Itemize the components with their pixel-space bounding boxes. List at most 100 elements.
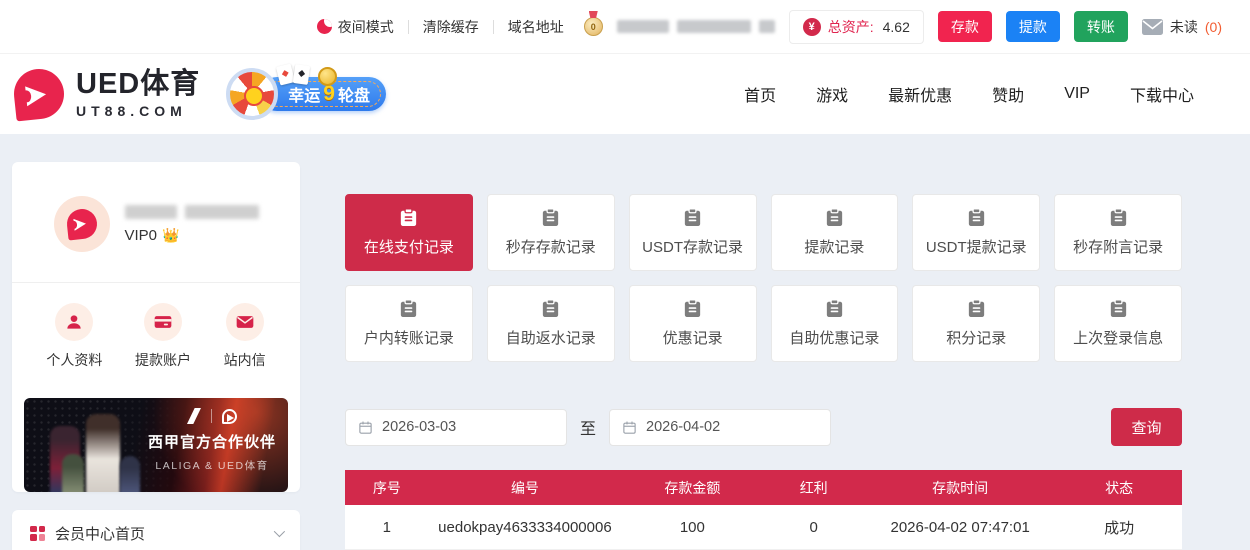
logo-domain: UT88.COM [76, 102, 187, 119]
tab-label: 提款记录 [804, 239, 865, 256]
tab-internal-transfer-records[interactable]: 户内转账记录 [345, 285, 473, 362]
profile-card: VIP0 👑 个人资料 提款账户 站内信 西甲官方合作伙伴 LALIGA & U… [12, 162, 300, 492]
tab-self-promo-records[interactable]: 自助优惠记录 [770, 285, 899, 362]
clear-cache-link[interactable]: 清除缓存 [423, 17, 479, 37]
tab-label: 积分记录 [946, 330, 1007, 347]
grid-icon [30, 525, 45, 541]
night-mode-label: 夜间模式 [337, 18, 394, 35]
tab-flash-deposit-records[interactable]: 秒存存款记录 [486, 194, 615, 271]
night-mode-toggle[interactable]: 夜间模式 [316, 17, 394, 37]
bank-card-icon [143, 303, 182, 341]
unread-label: 未读 [1169, 18, 1198, 35]
total-assets-value: 4.62 [882, 18, 910, 35]
date-to-input[interactable]: 2026-04-02 [609, 408, 832, 446]
logo-arrow-icon [11, 66, 67, 122]
domain-address-link[interactable]: 域名地址 [508, 17, 564, 37]
topbar: 夜间模式 清除缓存 域名地址 0 ¥ 总资产: 4.62 存款 提款 转账 未读… [0, 0, 1250, 54]
tab-last-login-info[interactable]: 上次登录信息 [1054, 285, 1182, 362]
cell-order-no: uedokpay4633334000006 [438, 518, 612, 536]
clipboard-icon [543, 208, 559, 226]
lucky-wheel-banner[interactable]: 幸运 9 轮盘 [226, 63, 386, 125]
cell-deposit-amount: 100 [679, 518, 705, 536]
clipboard-icon [968, 299, 984, 317]
tab-online-payment-records[interactable]: 在线支付记录 [345, 194, 473, 271]
date-from-value: 2026-03-03 [382, 419, 457, 435]
promo-text: 西甲官方合作伙伴 LALIGA & UED体育 [148, 408, 276, 473]
quick-link-withdrawal-account[interactable]: 提款账户 [135, 303, 191, 370]
tab-usdt-deposit-records[interactable]: USDT存款记录 [628, 194, 757, 271]
tab-label: 秒存附言记录 [1073, 239, 1164, 256]
transfer-button[interactable]: 转账 [1073, 11, 1128, 42]
to-label: 至 [580, 421, 597, 438]
tab-label: 优惠记录 [662, 330, 723, 347]
withdraw-button[interactable]: 提款 [1005, 11, 1060, 42]
divider [407, 19, 409, 34]
nav-vip[interactable]: VIP [1064, 85, 1090, 103]
chevron-down-icon[interactable] [273, 525, 286, 538]
table-header-row: 序号 编号 存款金额 红利 存款时间 状态 [345, 470, 1182, 505]
header: UED体育 UT88.COM 幸运 9 轮盘 首页 游戏 最新优惠 赞助 VIP… [0, 54, 1250, 134]
quick-link-profile[interactable]: 个人资料 [46, 303, 102, 370]
calendar-icon [623, 421, 636, 434]
col-header-status: 状态 [1105, 479, 1134, 496]
cell-bonus: 0 [809, 518, 818, 536]
nav-sponsorship[interactable]: 赞助 [992, 82, 1024, 106]
profile-section: VIP0 👑 [12, 162, 300, 282]
site-logo[interactable]: UED体育 UT88.COM [11, 66, 201, 122]
nav-promotions[interactable]: 最新优惠 [888, 82, 952, 106]
records-table: 序号 编号 存款金额 红利 存款时间 状态 1 uedokpay46333340… [345, 470, 1182, 550]
clipboard-icon [684, 299, 701, 317]
vip-medal-icon: 0 [583, 17, 603, 36]
col-header-deposit-time: 存款时间 [932, 479, 989, 496]
logo-title: UED体育 [76, 68, 201, 101]
unread-messages[interactable]: 未读 (0) [1141, 17, 1222, 37]
player-silhouette [86, 414, 120, 492]
record-tabs: 在线支付记录 秒存存款记录 USDT存款记录 提款记录 USDT提款记录 秒存附… [345, 194, 1182, 362]
cell-status: 成功 [1104, 519, 1135, 537]
moon-icon [316, 19, 332, 34]
promo-subtitle: LALIGA & UED体育 [155, 460, 269, 472]
clipboard-icon [826, 299, 843, 317]
tab-self-rebate-records[interactable]: 自助返水记录 [486, 285, 615, 362]
nav-download-center[interactable]: 下载中心 [1130, 82, 1194, 106]
total-assets-label: 总资产: [827, 18, 874, 35]
clipboard-icon [1110, 299, 1126, 317]
vip-level-label: VIP0 [124, 226, 158, 244]
tab-label: USDT存款记录 [642, 239, 743, 256]
quick-link-inbox[interactable]: 站内信 [224, 303, 266, 370]
tab-points-records[interactable]: 积分记录 [912, 285, 1041, 362]
member-home-label: 会员中心首页 [55, 525, 146, 543]
player-silhouette [120, 456, 140, 492]
divider [210, 409, 212, 423]
page: 夜间模式 清除缓存 域名地址 0 ¥ 总资产: 4.62 存款 提款 转账 未读… [0, 0, 1250, 550]
avatar-logo-icon [65, 207, 98, 241]
tab-label: 上次登录信息 [1073, 330, 1164, 347]
ued-logo-icon [221, 408, 237, 424]
tab-withdrawal-records[interactable]: 提款记录 [770, 194, 899, 271]
sidebar-item-member-home[interactable]: 会员中心首页 [12, 510, 300, 550]
clipboard-icon [684, 208, 701, 226]
promo-title: 西甲官方合作伙伴 [147, 434, 276, 451]
quick-link-label: 个人资料 [46, 352, 103, 368]
content: VIP0 👑 个人资料 提款账户 站内信 西甲官方合作伙伴 LALIGA & U… [0, 134, 1250, 550]
calendar-icon [359, 421, 372, 434]
laliga-promo-banner[interactable]: 西甲官方合作伙伴 LALIGA & UED体育 [24, 398, 288, 492]
sidebar: VIP0 👑 个人资料 提款账户 站内信 西甲官方合作伙伴 LALIGA & U… [12, 162, 300, 550]
username-redacted[interactable] [616, 20, 775, 33]
mail-icon [225, 303, 264, 341]
profile-username-redacted [124, 204, 259, 219]
col-header-bonus: 红利 [799, 479, 828, 496]
tab-flash-memo-records[interactable]: 秒存附言记录 [1054, 194, 1182, 271]
col-header-index: 序号 [372, 479, 401, 496]
date-from-input[interactable]: 2026-03-03 [345, 408, 567, 446]
person-icon [55, 303, 94, 341]
nav-games[interactable]: 游戏 [816, 82, 848, 106]
deposit-button[interactable]: 存款 [937, 11, 992, 42]
nav-home[interactable]: 首页 [744, 82, 776, 106]
date-to-value: 2026-04-02 [646, 419, 721, 435]
query-button[interactable]: 查询 [1111, 408, 1182, 446]
tab-promo-records[interactable]: 优惠记录 [628, 285, 757, 362]
total-assets-pill: ¥ 总资产: 4.62 [788, 9, 924, 44]
col-header-order-no: 编号 [510, 479, 539, 496]
tab-usdt-withdrawal-records[interactable]: USDT提款记录 [912, 194, 1041, 271]
